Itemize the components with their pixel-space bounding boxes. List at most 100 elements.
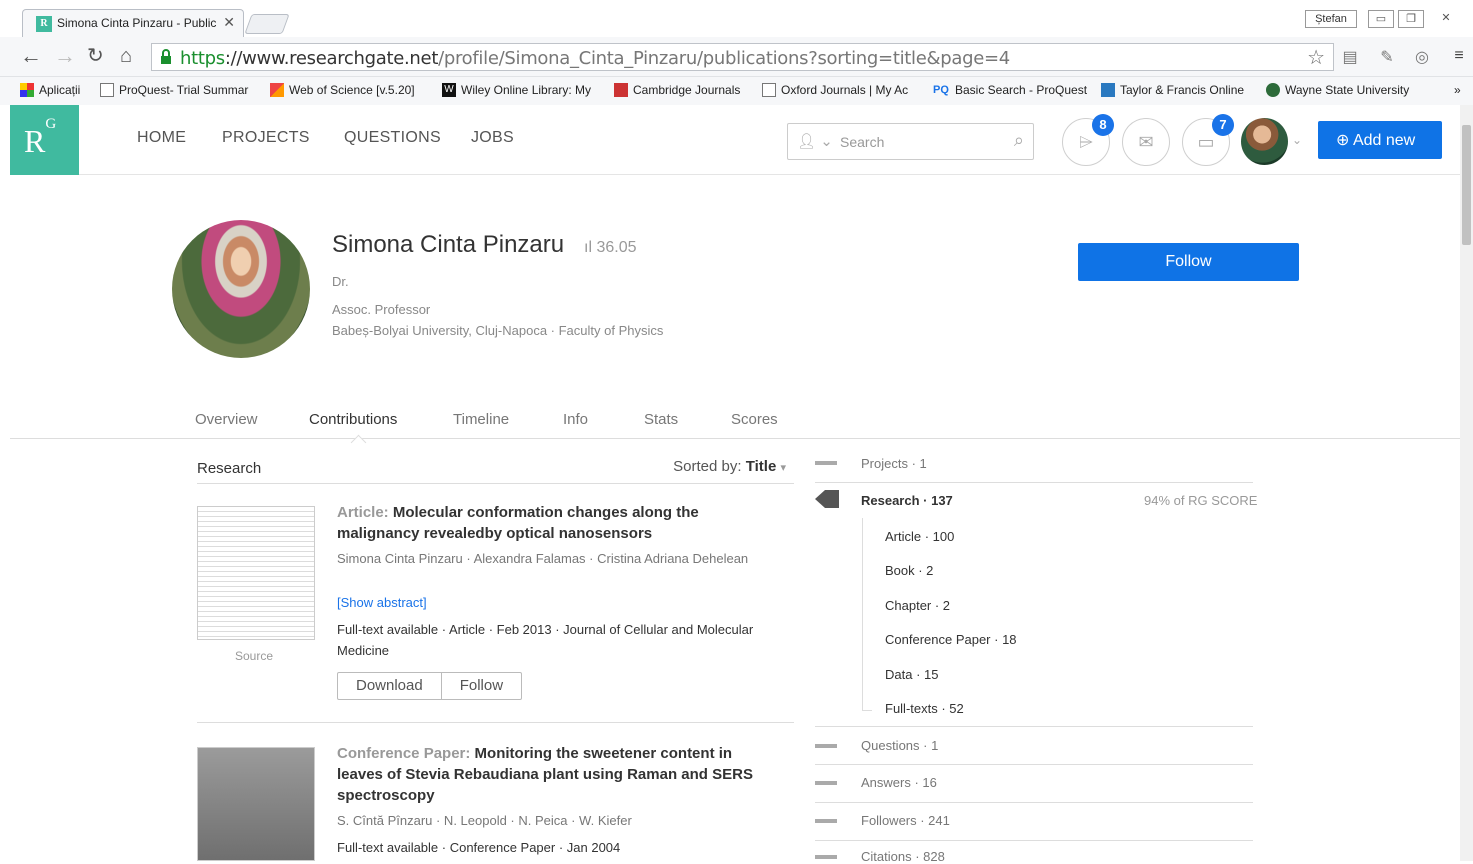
add-new-button[interactable]: ⊕ Add new xyxy=(1318,121,1442,159)
collapse-dash-icon xyxy=(815,744,837,748)
sidebar-item-research[interactable]: Research · 137 xyxy=(861,493,953,508)
bookmark-proquest-trial[interactable]: ProQuest- Trial Summar xyxy=(100,83,248,97)
tab-timeline[interactable]: Timeline xyxy=(453,411,509,428)
browser-user-badge[interactable]: Ștefan xyxy=(1305,10,1357,28)
rg-score[interactable]: ıl 36.05 xyxy=(584,239,637,257)
sidebar-sub-full-texts[interactable]: Full-texts · 52 xyxy=(885,701,964,716)
researchgate-logo[interactable]: RG xyxy=(10,105,79,175)
tab-contributions[interactable]: Contributions xyxy=(309,411,397,428)
search-input[interactable]: Search xyxy=(840,134,884,150)
site-header: RG HOME PROJECTS QUESTIONS JOBS 👤︎ ⌄ Sea… xyxy=(10,105,1460,175)
bookmark-apps[interactable]: Aplicații xyxy=(20,83,80,97)
collapse-dash-icon xyxy=(815,855,837,859)
page-icon xyxy=(762,83,776,97)
chevron-down-icon[interactable]: ⌄ xyxy=(1292,133,1302,147)
profile-degree: Dr. xyxy=(332,274,349,289)
publication-authors[interactable]: Simona Cinta Pinzaru · Alexandra Falamas… xyxy=(337,550,757,568)
publication-thumbnail[interactable] xyxy=(197,506,315,640)
profile-position: Assoc. Professor xyxy=(332,302,431,317)
bookmark-web-of-science[interactable]: Web of Science [v.5.20] xyxy=(270,83,415,97)
list-header: Research Sorted by: Title ▾ xyxy=(197,452,794,484)
back-icon[interactable]: ← xyxy=(20,45,42,67)
sidebar-sub-article[interactable]: Article · 100 xyxy=(885,529,954,544)
publication-title[interactable]: Article: Molecular conformation changes … xyxy=(337,502,757,544)
envelope-icon: ✉ xyxy=(1138,132,1154,152)
tab-overview[interactable]: Overview xyxy=(195,411,258,428)
cambridge-shield-icon xyxy=(614,83,628,97)
sort-dropdown[interactable]: Sorted by: Title ▾ xyxy=(673,458,786,475)
tree-line-end xyxy=(862,710,872,711)
follow-button[interactable]: Follow xyxy=(1078,243,1299,281)
omnibox[interactable]: https://www.researchgate.net/profile/Sim… xyxy=(151,43,1334,71)
nav-questions[interactable]: QUESTIONS xyxy=(344,129,441,147)
forward-icon[interactable]: → xyxy=(54,45,76,67)
sidebar-sub-conference-paper[interactable]: Conference Paper · 18 xyxy=(885,632,1017,647)
nav-projects[interactable]: PROJECTS xyxy=(222,129,310,147)
close-window-button[interactable]: ✕ xyxy=(1433,10,1459,28)
follow-publication-button[interactable]: Follow xyxy=(440,673,521,699)
show-abstract-link[interactable]: [Show abstract] xyxy=(337,595,427,610)
profile-name[interactable]: Simona Cinta Pinzaru xyxy=(332,231,564,259)
messages-button[interactable]: ✉ xyxy=(1122,118,1170,166)
note-icon[interactable]: ✎ xyxy=(1378,47,1396,67)
profile-tabs: Overview Contributions Timeline Info Sta… xyxy=(10,400,1460,439)
sidebar-item-followers[interactable]: Followers · 241 xyxy=(815,803,1253,841)
menu-icon[interactable]: ≡ xyxy=(1450,47,1468,67)
profile-affiliation[interactable]: Babeș-Bolyai University, Cluj-Napoca · F… xyxy=(332,323,663,338)
tab-scores[interactable]: Scores xyxy=(731,411,778,428)
new-tab-button[interactable] xyxy=(244,14,290,34)
bookmark-taylor-francis[interactable]: Taylor & Francis Online xyxy=(1101,83,1244,97)
research-rg-score-share: 94% of RG SCORE xyxy=(1144,493,1258,508)
close-tab-icon[interactable]: ✕ xyxy=(223,14,235,31)
publication-thumbnail[interactable] xyxy=(197,747,315,861)
nav-home[interactable]: HOME xyxy=(137,129,186,147)
user-avatar[interactable] xyxy=(1241,118,1288,165)
clipboard-icon[interactable]: ▤ xyxy=(1341,47,1359,67)
researchgate-favicon: R xyxy=(36,16,52,32)
tab-stats[interactable]: Stats xyxy=(644,411,678,428)
notifications-badge: 8 xyxy=(1092,114,1114,136)
page-scrollbar[interactable] xyxy=(1460,105,1473,861)
browser-tab[interactable]: R Simona Cinta Pinzaru - Public ✕ xyxy=(22,9,244,37)
collapse-dash-icon xyxy=(815,461,837,465)
restore-button[interactable]: ❐ xyxy=(1398,10,1424,28)
target-icon[interactable]: ◎ xyxy=(1413,47,1431,67)
url-text: https://www.researchgate.net/profile/Sim… xyxy=(180,48,1010,69)
bookmark-cambridge[interactable]: Cambridge Journals xyxy=(614,83,740,97)
tree-line xyxy=(862,518,863,711)
wos-icon xyxy=(270,83,284,97)
tag-icon: ⌲ xyxy=(1078,132,1094,152)
tab-info[interactable]: Info xyxy=(563,411,588,428)
minimize-button[interactable]: ▭ xyxy=(1368,10,1394,28)
thumbnail-source-label[interactable]: Source xyxy=(235,649,273,663)
sidebar-item-projects[interactable]: Projects · 1 xyxy=(815,448,1253,483)
search-box[interactable]: 👤︎ ⌄ Search ⌕ xyxy=(787,123,1034,160)
bookmark-wayne-state[interactable]: Wayne State University xyxy=(1266,83,1409,97)
plus-circle-icon: ⊕ xyxy=(1336,132,1350,149)
sidebar-item-citations[interactable]: Citations · 828 xyxy=(815,841,1253,864)
bookmark-proquest-basic[interactable]: PQ Basic Search - ProQuest xyxy=(932,83,1087,97)
reload-icon[interactable]: ↻ xyxy=(87,45,104,67)
nav-jobs[interactable]: JOBS xyxy=(471,129,514,147)
bookmark-star-icon[interactable]: ☆ xyxy=(1307,45,1325,70)
chat-icon: ▭ xyxy=(1197,132,1215,152)
sidebar-item-answers[interactable]: Answers · 16 xyxy=(815,765,1253,803)
sidebar-sub-data[interactable]: Data · 15 xyxy=(885,667,938,682)
profile-photo[interactable] xyxy=(172,220,310,358)
user-filter-icon[interactable]: 👤︎ ⌄ xyxy=(797,132,833,150)
sidebar-sub-chapter[interactable]: Chapter · 2 xyxy=(885,598,950,613)
download-button[interactable]: Download xyxy=(338,673,441,699)
home-icon[interactable]: ⌂ xyxy=(120,45,132,67)
page-icon xyxy=(100,83,114,97)
search-icon[interactable]: ⌕ xyxy=(1014,130,1024,151)
wiley-icon: W xyxy=(442,83,456,97)
scrollbar-thumb[interactable] xyxy=(1462,125,1471,245)
sidebar-sub-book[interactable]: Book · 2 xyxy=(885,563,933,578)
list-heading: Research xyxy=(197,460,262,477)
bookmark-wiley[interactable]: W Wiley Online Library: My xyxy=(442,83,591,97)
publication-authors[interactable]: S. Cîntă Pînzaru · N. Leopold · N. Peica… xyxy=(337,812,757,830)
sidebar-item-questions[interactable]: Questions · 1 xyxy=(815,726,1253,765)
bookmark-oxford[interactable]: Oxford Journals | My Ac xyxy=(762,83,908,97)
bookmarks-overflow[interactable]: » xyxy=(1454,83,1461,97)
publication-title[interactable]: Conference Paper: Monitoring the sweeten… xyxy=(337,743,757,806)
